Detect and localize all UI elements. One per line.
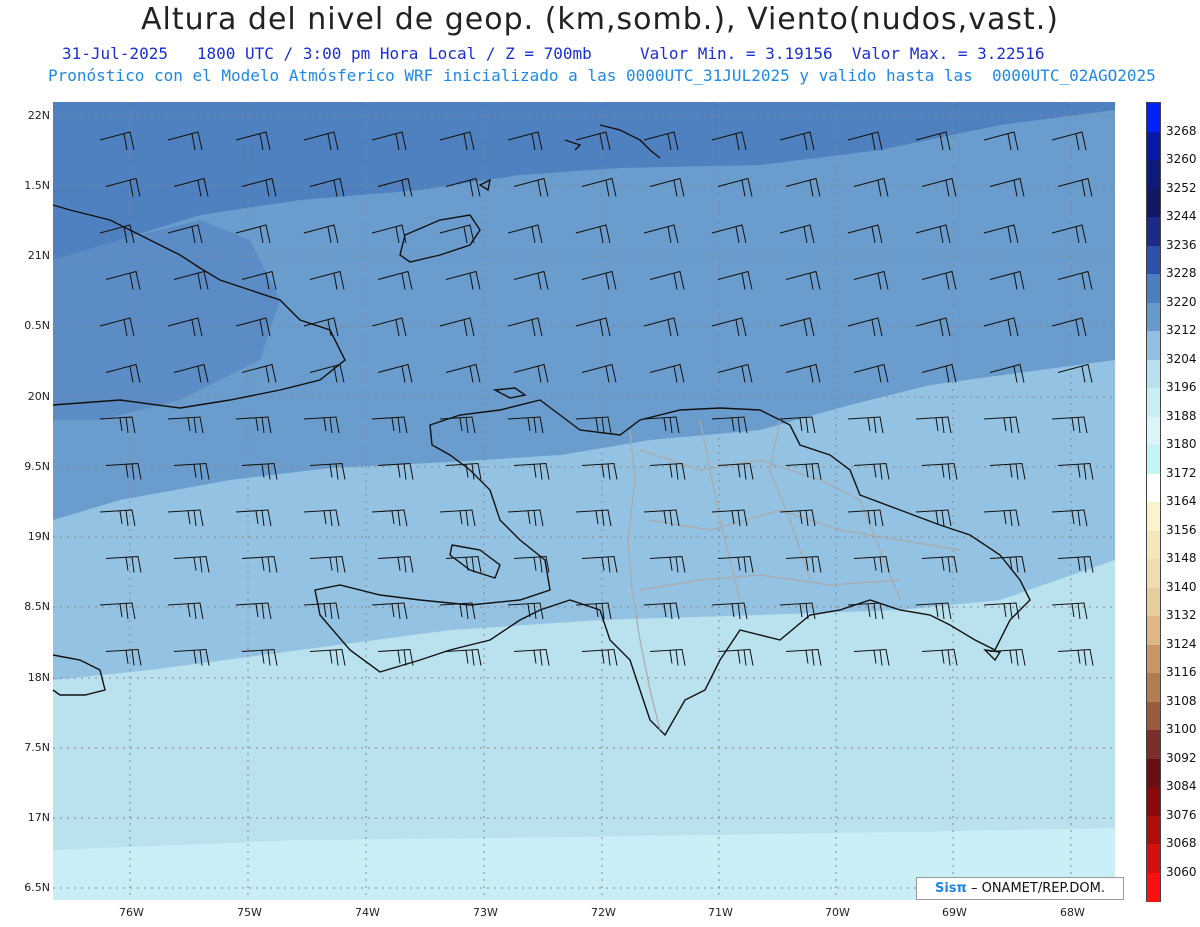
longitude-label: 76W (119, 906, 144, 919)
colorbar-segment (1147, 644, 1160, 674)
subtitle-model-run: Pronóstico con el Modelo Atmósferico WRF… (48, 66, 1156, 85)
colorbar-label: 3148 (1166, 551, 1197, 565)
colorbar-segment (1147, 502, 1160, 531)
colorbar-segment (1147, 530, 1160, 560)
colorbar-label: 3204 (1166, 351, 1197, 366)
colorbar-segment (1147, 103, 1160, 132)
colorbar-label: 3188 (1166, 408, 1197, 423)
latitude-label: 0.5N (24, 319, 50, 332)
colorbar-label: 3124 (1166, 636, 1197, 651)
colorbar-label: 3156 (1166, 522, 1197, 537)
colorbar (1146, 102, 1161, 902)
credit-text: – ONAMET/REP.DOM. (970, 881, 1105, 896)
colorbar-label: 3228 (1166, 266, 1197, 280)
colorbar-segment (1147, 131, 1160, 161)
colorbar-label: 3068 (1166, 836, 1197, 850)
latitude-label: 7.5N (24, 741, 50, 754)
colorbar-label: 3180 (1166, 437, 1197, 451)
colorbar-label: 3060 (1166, 864, 1197, 879)
colorbar-label: 3140 (1166, 579, 1197, 594)
colorbar-segment (1147, 445, 1160, 474)
latitude-label: 19N (27, 530, 50, 543)
colorbar-label: 3260 (1166, 152, 1197, 166)
colorbar-label: 3092 (1166, 750, 1197, 765)
colorbar-segment (1147, 245, 1160, 275)
colorbar-label: 3220 (1166, 294, 1197, 309)
colorbar-label: 3236 (1166, 237, 1197, 252)
colorbar-label: 3196 (1166, 380, 1197, 394)
longitude-label: 74W (355, 906, 380, 919)
subtitle-valid-time: 31-Jul-2025 1800 UTC / 3:00 pm Hora Loca… (62, 44, 1045, 63)
colorbar-label: 3252 (1166, 180, 1197, 195)
longitude-label: 73W (473, 906, 498, 919)
colorbar-segment (1147, 188, 1160, 218)
longitude-label: 71W (708, 906, 733, 919)
colorbar-label: 3108 (1166, 693, 1197, 708)
latitude-label: 6.5N (24, 881, 50, 894)
longitude-label: 69W (942, 906, 967, 919)
longitude-label: 70W (825, 906, 850, 919)
longitude-label: 75W (237, 906, 262, 919)
latitude-label: 22N (27, 109, 50, 122)
sispi-logo: Sisπ (934, 881, 967, 896)
colorbar-segment (1147, 274, 1160, 303)
latitude-label: 17N (27, 811, 50, 824)
latitude-label: 9.5N (24, 460, 50, 473)
longitude-label: 72W (591, 906, 616, 919)
colorbar-segment (1147, 302, 1160, 332)
colorbar-segment (1147, 844, 1160, 873)
latitude-label: 8.5N (24, 600, 50, 613)
latitude-label: 21N (27, 249, 50, 262)
colorbar-label: 3076 (1166, 807, 1197, 822)
colorbar-label: 3084 (1166, 779, 1197, 793)
colorbar-segment (1147, 331, 1160, 360)
colorbar-segment (1147, 217, 1160, 246)
colorbar-segment (1147, 416, 1160, 446)
latitude-label: 18N (27, 671, 50, 684)
colorbar-segment (1147, 872, 1160, 902)
colorbar-label: 3244 (1166, 209, 1197, 223)
colorbar-segment (1147, 473, 1160, 503)
colorbar-segment (1147, 388, 1160, 417)
colorbar-label: 3132 (1166, 608, 1197, 622)
credit-box: Sisπ – ONAMET/REP.DOM. (916, 877, 1124, 900)
colorbar-segment (1147, 359, 1160, 389)
colorbar-label: 3116 (1166, 665, 1197, 679)
colorbar-segment (1147, 673, 1160, 702)
geopotential-shading (53, 102, 1115, 900)
colorbar-segment (1147, 587, 1160, 617)
colorbar-segment (1147, 758, 1160, 788)
chart-title: Altura del nivel de geop. (km,somb.), Vi… (141, 2, 1059, 37)
latitude-label: 20N (27, 390, 50, 403)
colorbar-segment (1147, 559, 1160, 588)
colorbar-label: 3100 (1166, 722, 1197, 736)
colorbar-label: 3268 (1166, 123, 1197, 138)
colorbar-segment (1147, 701, 1160, 731)
colorbar-segment (1147, 616, 1160, 645)
longitude-label: 68W (1060, 906, 1085, 919)
colorbar-segment (1147, 815, 1160, 845)
colorbar-segment (1147, 787, 1160, 816)
colorbar-segment (1147, 160, 1160, 189)
colorbar-segment (1147, 730, 1160, 759)
latitude-label: 1.5N (24, 179, 50, 192)
map-canvas (52, 102, 1115, 900)
colorbar-label: 3172 (1166, 465, 1197, 480)
colorbar-label: 3212 (1166, 323, 1197, 337)
colorbar-label: 3164 (1166, 494, 1197, 508)
